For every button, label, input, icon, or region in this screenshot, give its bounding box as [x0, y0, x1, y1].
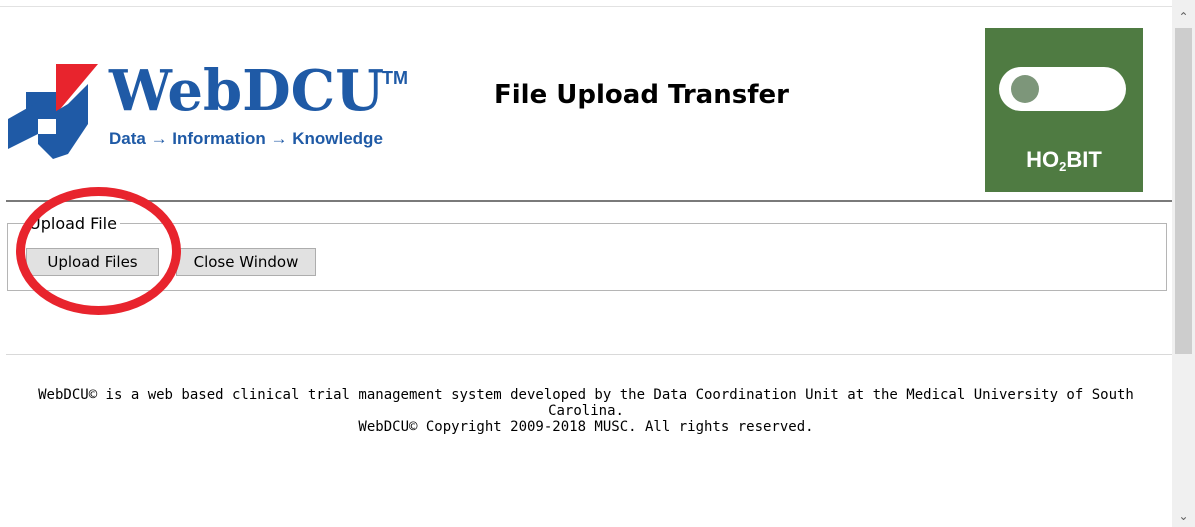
scroll-thumb[interactable]	[1175, 28, 1192, 354]
scroll-up-arrow-icon[interactable]: ⌃	[1172, 6, 1195, 28]
ho2bit-label: HO2BIT	[985, 147, 1143, 174]
footer-copyright: WebDCU© Copyright 2009-2018 MUSC. All ri…	[358, 419, 814, 435]
ho2bit-brand: HO	[1026, 147, 1060, 172]
header-divider	[6, 200, 1172, 202]
toggle-switch-icon	[999, 67, 1126, 111]
logo-wordmark: WebDCU	[109, 58, 385, 124]
top-border	[0, 0, 1172, 7]
page-title: File Upload Transfer	[494, 80, 789, 110]
logo-trademark: TM	[382, 68, 408, 88]
ho2bit-brand-suffix: BIT	[1066, 147, 1102, 172]
logo-tagline: Data → Information → Knowledge	[109, 129, 383, 148]
scroll-down-arrow-icon[interactable]: ⌄	[1172, 505, 1195, 527]
toggle-knob	[1011, 75, 1039, 103]
close-window-button[interactable]: Close Window	[176, 248, 316, 276]
footer-description: WebDCU© is a web based clinical trial ma…	[38, 387, 1134, 419]
webdcu-logo-mark	[8, 64, 98, 159]
footer-divider	[6, 354, 1172, 355]
vertical-scrollbar[interactable]: ⌃ ⌄	[1172, 0, 1195, 527]
footer: WebDCU© is a web based clinical trial ma…	[0, 387, 1172, 435]
webdcu-logo: WebDCU TM Data → Information → Knowledge	[8, 56, 408, 166]
red-highlight-circle	[16, 187, 181, 315]
ho2bit-badge: HO2BIT	[985, 28, 1143, 192]
